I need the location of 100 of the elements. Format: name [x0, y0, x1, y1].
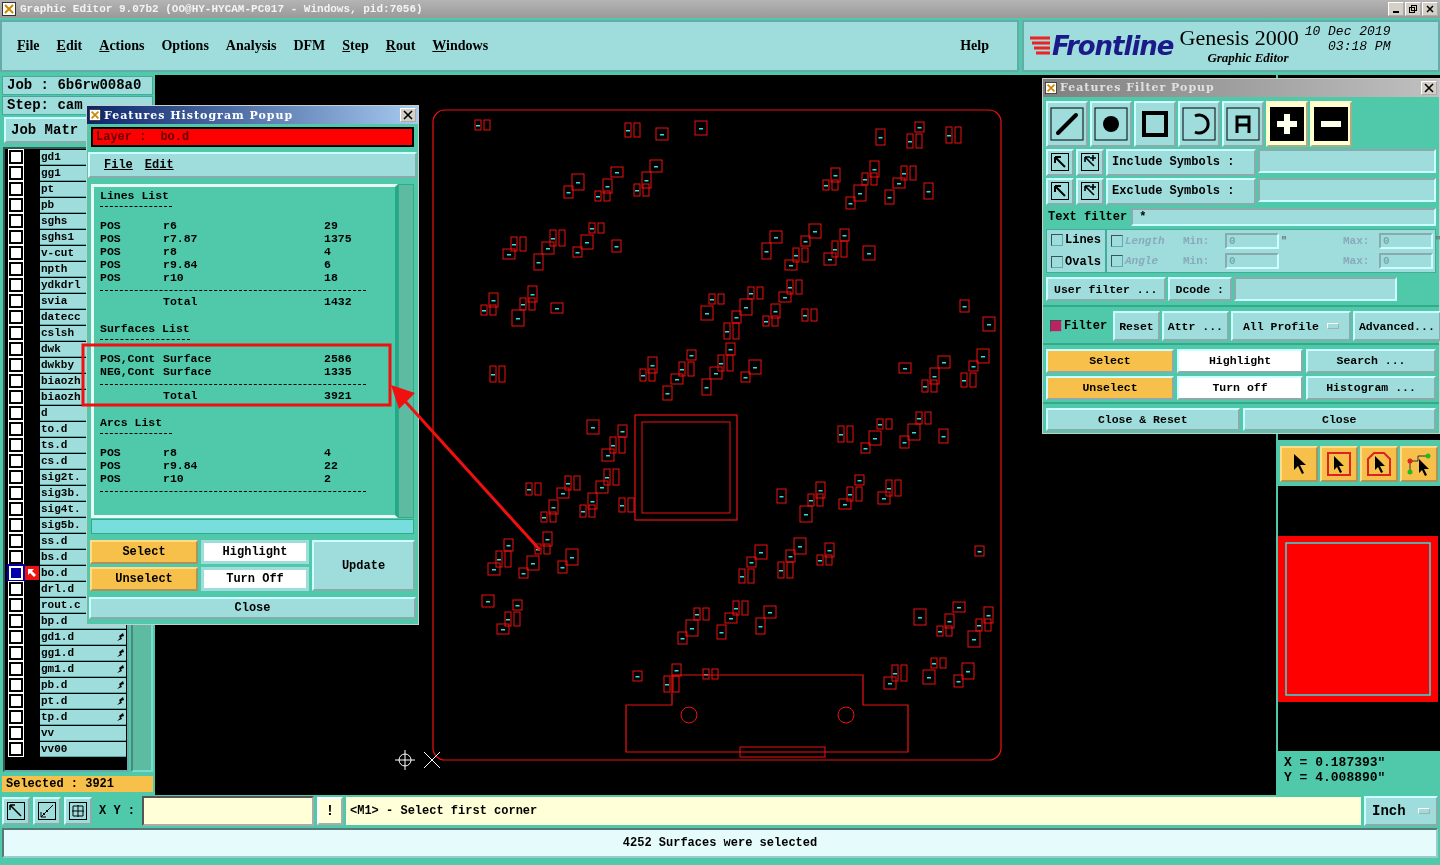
layer-checkbox[interactable]: [9, 166, 23, 180]
menu-item[interactable]: Step: [341, 38, 377, 54]
add-tool[interactable]: [1266, 100, 1308, 147]
action-button[interactable]: Highlight: [1177, 348, 1303, 373]
layer-checkbox[interactable]: [9, 310, 23, 324]
layer-checkbox[interactable]: [9, 438, 23, 452]
close-button[interactable]: Close & Reset: [1046, 407, 1240, 431]
close-button[interactable]: Close: [1242, 407, 1436, 431]
layer-item[interactable]: gg1.d: [40, 645, 126, 661]
advanced-button[interactable]: Advanced...: [1352, 311, 1440, 341]
pick-add-tool[interactable]: [1076, 177, 1104, 206]
layer-checkbox[interactable]: [9, 262, 23, 276]
unselect-button[interactable]: Unselect: [90, 567, 198, 591]
restore-button[interactable]: [1405, 2, 1421, 16]
dcode-field[interactable]: [1233, 277, 1397, 302]
filter-checkbox[interactable]: [1050, 320, 1062, 332]
symbols-field[interactable]: [1258, 148, 1436, 173]
close-button[interactable]: [1421, 80, 1437, 95]
vertical-scrollbar[interactable]: [398, 184, 414, 518]
layer-checkbox[interactable]: [9, 198, 23, 212]
layer-checkbox[interactable]: [9, 230, 23, 244]
range-checkbox[interactable]: [1111, 235, 1123, 248]
layer-checkbox[interactable]: [9, 678, 23, 692]
remove-tool[interactable]: [1310, 100, 1352, 147]
layer-checkbox[interactable]: [9, 598, 23, 612]
pointer-tool[interactable]: [1280, 446, 1318, 482]
menu-item[interactable]: Windows: [431, 38, 497, 54]
action-button[interactable]: Select: [1046, 348, 1174, 373]
zoom-tool[interactable]: [2, 797, 30, 825]
pick-tool[interactable]: [1046, 148, 1074, 176]
layer-checkbox[interactable]: [9, 502, 23, 516]
menu-item[interactable]: Analysis: [224, 38, 285, 54]
net-select-tool[interactable]: [1400, 446, 1438, 482]
layer-item[interactable]: tp.d: [40, 709, 126, 725]
user-filter-button[interactable]: User filter ...: [1046, 277, 1166, 302]
layer-checkbox[interactable]: [9, 374, 23, 388]
layer-checkbox[interactable]: [9, 534, 23, 548]
layer-checkbox[interactable]: [9, 214, 23, 228]
box-select-tool[interactable]: [1320, 446, 1358, 482]
layer-checkbox[interactable]: [9, 614, 23, 628]
text-tool[interactable]: [1222, 100, 1264, 147]
layer-item[interactable]: gm1.d: [40, 661, 126, 677]
update-button[interactable]: Update: [312, 540, 415, 591]
line-tool[interactable]: [1046, 100, 1088, 147]
layer-checkbox[interactable]: [9, 694, 23, 708]
arc-tool[interactable]: [1178, 100, 1220, 147]
coordinate-input-field[interactable]: [142, 796, 314, 826]
layer-checkbox[interactable]: [9, 342, 23, 356]
layer-checkbox[interactable]: [9, 150, 23, 164]
layer-checkbox[interactable]: [9, 358, 23, 372]
dcode-button[interactable]: Dcode :: [1167, 277, 1232, 302]
close-button[interactable]: Close: [89, 597, 416, 619]
layer-checkbox[interactable]: [9, 742, 23, 756]
profile-dropdown[interactable]: All Profile: [1230, 311, 1351, 341]
text-filter-field[interactable]: *: [1131, 207, 1436, 226]
layer-item[interactable]: gd1.d: [40, 629, 126, 645]
reset-button[interactable]: Reset: [1113, 311, 1160, 341]
layer-checkbox[interactable]: [9, 390, 23, 404]
action-button[interactable]: Turn off: [1177, 375, 1303, 400]
layer-checkbox[interactable]: [9, 518, 23, 532]
grid-tool[interactable]: [64, 797, 92, 825]
layer-checkbox[interactable]: [9, 726, 23, 740]
action-button[interactable]: Histogram ...: [1306, 375, 1436, 400]
menu-item[interactable]: Rout: [384, 38, 424, 54]
menu-item[interactable]: Actions: [98, 38, 153, 54]
layer-item[interactable]: vv00: [40, 741, 126, 757]
symbols-button[interactable]: Include Symbols :: [1106, 148, 1256, 176]
menu-item[interactable]: File: [16, 38, 48, 54]
menu-item[interactable]: DFM: [292, 38, 334, 54]
highlight-button[interactable]: Highlight: [201, 540, 309, 564]
layer-item[interactable]: pb.d: [40, 677, 126, 693]
menu-item[interactable]: Edit: [55, 38, 91, 54]
pick-tool[interactable]: [1046, 177, 1074, 206]
close-button[interactable]: [400, 108, 416, 122]
alert-button[interactable]: !: [317, 797, 343, 825]
action-button[interactable]: Unselect: [1046, 375, 1174, 400]
pad-tool[interactable]: [1090, 100, 1132, 147]
menu-item[interactable]: Options: [160, 38, 217, 54]
measure-tool[interactable]: [33, 797, 61, 825]
turn-off-button[interactable]: Turn Off: [201, 567, 309, 591]
surface-tool[interactable]: [1134, 100, 1176, 147]
action-button[interactable]: Search ...: [1306, 348, 1436, 373]
layer-checkbox[interactable]: [9, 326, 23, 340]
symbols-field[interactable]: [1258, 177, 1436, 202]
layer-checkbox[interactable]: [9, 486, 23, 500]
layer-checkbox[interactable]: [9, 422, 23, 436]
layer-checkbox[interactable]: [9, 182, 23, 196]
symbols-button[interactable]: Exclude Symbols :: [1106, 177, 1256, 206]
layer-checkbox[interactable]: [9, 294, 23, 308]
layer-checkbox[interactable]: [9, 246, 23, 260]
layer-checkbox[interactable]: [9, 406, 23, 420]
layer-checkbox[interactable]: [9, 550, 23, 564]
layer-checkbox[interactable]: [9, 470, 23, 484]
range-checkbox[interactable]: [1111, 254, 1123, 267]
type-checkbox[interactable]: [1051, 255, 1063, 268]
layer-checkbox[interactable]: [9, 454, 23, 468]
layer-checkbox[interactable]: [9, 278, 23, 292]
pick-add-tool[interactable]: [1076, 148, 1104, 176]
help-menu[interactable]: Help: [959, 38, 997, 54]
layer-checkbox[interactable]: [9, 582, 23, 596]
